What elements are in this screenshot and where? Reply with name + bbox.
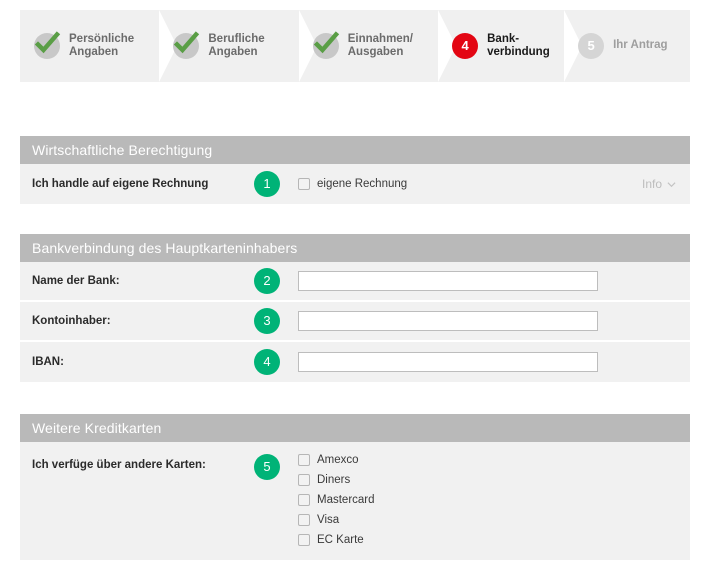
label-account-holder: Kontoinhaber:: [32, 315, 111, 327]
account-holder-input[interactable]: [298, 311, 598, 331]
section-other-cards: Weitere Kreditkarten Ich verfüge über an…: [20, 414, 690, 560]
wizard-steps: Persönliche Angaben Berufliche Angaben E…: [20, 10, 690, 82]
check-icon: [313, 31, 339, 54]
checkbox-box-icon[interactable]: [298, 494, 310, 506]
checkbox-diners-label: Diners: [317, 474, 351, 486]
checkbox-box-icon[interactable]: [298, 534, 310, 546]
checkbox-mastercard[interactable]: Mastercard: [298, 494, 375, 506]
checkbox-ec-karte[interactable]: EC Karte: [298, 534, 375, 546]
check-icon: [174, 31, 200, 54]
badge-1: 1: [254, 171, 280, 197]
row-other-cards: Ich verfüge über andere Karten: 5 Amexco…: [20, 442, 690, 560]
checkbox-amexco[interactable]: Amexco: [298, 454, 375, 466]
other-cards-checkbox-group: Amexco Diners Mastercard Visa EC Karte: [298, 454, 375, 546]
section-cards-header: Weitere Kreditkarten: [20, 414, 690, 442]
checkbox-visa[interactable]: Visa: [298, 514, 375, 526]
field-own-account: eigene Rechnung: [280, 178, 690, 190]
wizard-step-2-label: Berufliche Angaben: [208, 32, 265, 59]
checkbox-ec-karte-label: EC Karte: [317, 534, 364, 546]
badge-3: 3: [254, 308, 280, 334]
step-3-marker: [312, 31, 339, 59]
wizard-step-1[interactable]: Persönliche Angaben: [20, 10, 178, 82]
step-1-marker: [34, 31, 61, 59]
check-icon: [34, 31, 61, 54]
checkbox-box-icon[interactable]: [298, 474, 310, 486]
wizard-step-2[interactable]: Berufliche Angaben: [159, 10, 318, 82]
badge-2: 2: [254, 268, 280, 294]
row-account-holder: Kontoinhaber: 3: [20, 302, 690, 342]
checkbox-box-icon[interactable]: [298, 514, 310, 526]
info-link-label: Info: [641, 177, 662, 191]
row-bank-name: Name der Bank: 2: [20, 262, 690, 302]
chevron-down-icon: [667, 181, 676, 187]
wizard-step-3-label: Einnahmen/ Ausgaben: [347, 32, 413, 59]
checkbox-mastercard-label: Mastercard: [317, 494, 375, 506]
wizard-step-4[interactable]: 4 Bank- verbindung: [438, 10, 582, 82]
checkbox-box-icon[interactable]: [298, 454, 310, 466]
bank-name-input[interactable]: [298, 271, 598, 291]
section-bank-details: Bankverbindung des Hauptkarteninhabers N…: [20, 234, 690, 382]
checkbox-own-account-label: eigene Rechnung: [317, 178, 408, 190]
step-5-number: 5: [587, 38, 595, 53]
info-link[interactable]: Info: [642, 177, 676, 191]
label-iban: IBAN:: [32, 356, 64, 368]
section-beneficial-ownership: Wirtschaftliche Berechtigung Ich handle …: [20, 136, 690, 204]
step-5-marker: 5: [578, 33, 605, 59]
wizard-step-4-label: Bank- verbindung: [487, 32, 550, 59]
row-iban: IBAN: 4: [20, 342, 690, 382]
checkbox-diners[interactable]: Diners: [298, 474, 375, 486]
section-bank-header: Bankverbindung des Hauptkarteninhabers: [20, 234, 690, 262]
field-iban: [280, 352, 690, 372]
row-own-account: Ich handle auf eigene Rechnung 1 eigene …: [20, 164, 690, 204]
label-bank-name: Name der Bank:: [32, 275, 120, 287]
wizard-step-1-label: Persönliche Angaben: [69, 32, 135, 59]
badge-4: 4: [254, 349, 280, 375]
label-other-cards: Ich verfüge über andere Karten:: [32, 459, 206, 471]
checkbox-visa-label: Visa: [317, 514, 340, 526]
section-beneficial-header: Wirtschaftliche Berechtigung: [20, 136, 690, 164]
wizard-step-3[interactable]: Einnahmen/ Ausgaben: [298, 10, 457, 82]
step-2-marker: [173, 31, 200, 59]
checkbox-own-account[interactable]: eigene Rechnung: [298, 178, 407, 190]
wizard-step-5[interactable]: 5 Ihr Antrag: [564, 10, 690, 82]
checkbox-amexco-label: Amexco: [317, 454, 359, 466]
badge-5: 5: [254, 454, 280, 480]
wizard-step-5-label: Ihr Antrag: [613, 39, 668, 52]
field-bank-name: [280, 271, 690, 291]
checkbox-box-icon[interactable]: [298, 178, 310, 190]
step-4-marker: 4: [452, 33, 479, 59]
label-own-account: Ich handle auf eigene Rechnung: [32, 178, 209, 190]
step-4-number: 4: [461, 38, 469, 53]
iban-input[interactable]: [298, 352, 598, 372]
field-account-holder: [280, 311, 690, 331]
